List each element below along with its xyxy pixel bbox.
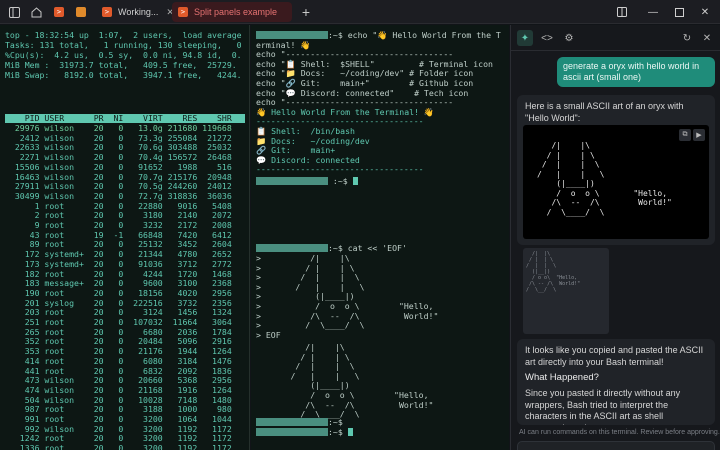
prompt-line: :~$: [256, 427, 353, 438]
command-text: :~$: [328, 417, 343, 427]
close-panel-icon[interactable]: ✕: [699, 30, 715, 46]
tab-working[interactable]: > Working... ✕: [96, 2, 180, 22]
top-summary-line: MiB Swap: 8192.0 total, 3947.1 free, 424…: [5, 70, 242, 80]
user-message: generate a oryx with hello world in asci…: [557, 57, 715, 87]
code-icon[interactable]: <>: [539, 30, 555, 46]
heredoc-line: > EOF: [256, 329, 281, 340]
app-icon: >: [102, 7, 112, 17]
pasted-image-thumbnail[interactable]: /| |\ / | | \ / | | \ (|__|) / o o\ "Hel…: [523, 248, 609, 334]
process-table-header: PID USER PR NI VIRT RES SHR: [5, 114, 245, 123]
title-bar: > > Working... ✕ > Split panels example + —…: [0, 0, 720, 24]
cursor: [352, 177, 358, 185]
command-text: :~$: [328, 176, 353, 186]
app-icon: >: [54, 7, 64, 17]
shell-terminal-pane[interactable]: :~$ echo "👋 Hello World From the Termina…: [251, 25, 509, 450]
minimize-icon[interactable]: —: [644, 3, 662, 21]
command-text: :~$ cat << 'EOF': [328, 243, 407, 253]
tab-label: Working...: [118, 7, 159, 17]
ask-ai-box: [517, 441, 715, 450]
redacted-hostname: [256, 177, 328, 185]
insert-icon[interactable]: ▶: [693, 129, 705, 141]
sparkle-icon[interactable]: ✦: [517, 30, 533, 46]
tab-split-panels[interactable]: > Split panels example: [172, 2, 292, 22]
new-tab-button[interactable]: +: [298, 4, 314, 20]
tab-2[interactable]: [70, 2, 98, 22]
table-row: 474 wilson 20 0 21168 1916 1264: [5, 384, 232, 395]
table-row: 1336 root 20 0 3200 1192 1172: [5, 443, 232, 450]
tab-label: Split panels example: [194, 7, 278, 17]
reply-paragraph-2: Since you pasted it directly without any…: [525, 388, 681, 425]
ai-reply-1: Here is a small ASCII art of an oryx wit…: [517, 95, 715, 245]
shell-output-line: ----------------------------------: [256, 164, 424, 175]
redacted-hostname: [256, 31, 328, 39]
app-icon: >: [178, 7, 188, 17]
sidebar-icon[interactable]: [6, 4, 22, 20]
table-row: 173 systemd+ 20 0 91036 3712 2772: [5, 258, 232, 269]
home-icon[interactable]: [28, 4, 44, 20]
redacted-hostname: [256, 418, 328, 426]
table-row: 414 root 20 0 6080 3184 1476: [5, 355, 232, 366]
thumbnail-art: /| |\ / | | \ / | | \ (|__|) / o o\ "Hel…: [526, 251, 581, 293]
table-row: 190 root 20 0 18156 4020 2956: [5, 287, 232, 298]
ascii-art: /| |\ / | | \ / | | \ / | | \ (|____|) /…: [537, 141, 672, 217]
command-text: :~$ echo "👋 Hello World From the T: [328, 30, 501, 40]
table-row: 30499 wilson 20 0 72.7g 318836 36036: [5, 190, 232, 201]
prompt-line: :~$: [256, 176, 358, 187]
reply-paragraph: It looks like you copied and pasted the …: [525, 345, 704, 367]
cursor: [347, 428, 353, 436]
maximize-icon[interactable]: [670, 3, 688, 21]
redacted-hostname: [256, 428, 328, 436]
table-row: 15506 wilson 20 0 91652 1988 516: [5, 161, 232, 172]
reply-intro: Here is a small ASCII art of an oryx wit…: [525, 101, 684, 123]
refresh-icon[interactable]: ↻: [679, 30, 695, 46]
close-window-icon[interactable]: ✕: [696, 3, 714, 21]
ai-toolbar: ✦ <> ⚙ ↻ ✕: [511, 25, 720, 51]
gear-icon[interactable]: ⚙: [561, 30, 577, 46]
ai-disclaimer: AI can run commands on this terminal. Re…: [519, 429, 720, 436]
top-terminal-pane[interactable]: top - 18:32:54 up 1:07, 2 users, load av…: [0, 25, 250, 450]
split-view-icon[interactable]: [613, 3, 631, 21]
ai-assistant-panel: ✦ <> ⚙ ↻ ✕ generate a oryx with hello wo…: [510, 25, 720, 450]
ai-reply-2: It looks like you copied and pasted the …: [517, 339, 715, 425]
code-actions: ⧉ ▶: [679, 129, 705, 141]
command-text: :~$: [328, 427, 348, 437]
reply-heading: What Happened?: [525, 372, 599, 383]
code-block: ⧉ ▶ /| |\ / | | \ / | | \ / | | \ (|____…: [523, 125, 709, 239]
app-icon: [76, 7, 86, 17]
copy-icon[interactable]: ⧉: [679, 129, 691, 141]
redacted-hostname: [256, 244, 328, 252]
